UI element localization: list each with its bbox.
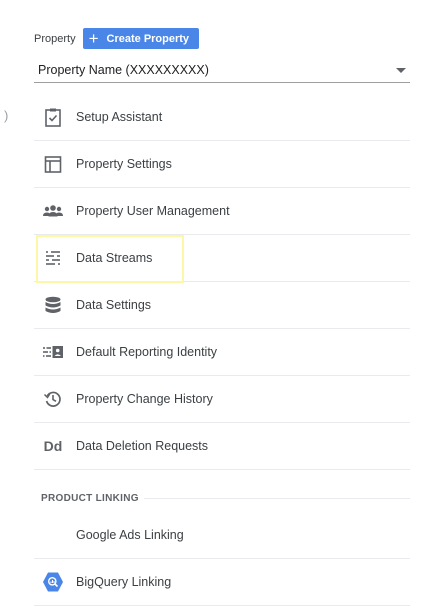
menu-item-label: Property User Management xyxy=(76,204,230,218)
create-property-button[interactable]: + Create Property xyxy=(82,28,200,49)
dd-icon-text: Dd xyxy=(43,438,63,454)
menu-item-label: Google Ads Linking xyxy=(76,528,184,542)
menu-item-label: Data Deletion Requests xyxy=(76,439,209,453)
menu-item-data-deletion-requests[interactable]: Dd Data Deletion Requests xyxy=(34,423,410,470)
dd-icon: Dd xyxy=(42,435,64,457)
menu-item-label: Setup Assistant xyxy=(76,110,163,124)
property-select[interactable]: Property Name (XXXXXXXXX) xyxy=(34,58,410,83)
collapsed-panel-edge: ) xyxy=(4,108,9,123)
caret-down-icon xyxy=(396,67,406,73)
clipboard-check-icon xyxy=(42,106,64,128)
menu-item-google-ads-linking[interactable]: Google Ads Linking xyxy=(34,512,410,559)
window-layout-icon xyxy=(42,153,64,175)
create-property-label: Create Property xyxy=(106,32,190,45)
people-icon xyxy=(42,200,64,222)
property-label: Property xyxy=(34,32,76,45)
menu-item-setup-assistant[interactable]: Setup Assistant xyxy=(34,94,410,141)
menu-item-label: Property Settings xyxy=(76,157,172,171)
property-select-value: Property Name (XXXXXXXXX) xyxy=(38,63,209,77)
menu-item-label: Data Streams xyxy=(76,251,153,265)
menu-item-data-settings[interactable]: Data Settings xyxy=(34,282,410,329)
menu-item-bigquery-linking[interactable]: BigQuery Linking xyxy=(34,559,410,606)
property-header: Property + Create Property xyxy=(34,28,200,49)
product-linking-heading: PRODUCT LINKING xyxy=(34,470,410,512)
menu-item-label: Default Reporting Identity xyxy=(76,345,218,359)
menu-item-property-user-management[interactable]: Property User Management xyxy=(34,188,410,235)
menu-item-property-change-history[interactable]: Property Change History xyxy=(34,376,410,423)
database-icon xyxy=(42,294,64,316)
menu-item-data-streams[interactable]: Data Streams xyxy=(34,235,410,283)
plus-icon: + xyxy=(88,29,99,48)
product-linking-heading-text: PRODUCT LINKING xyxy=(41,493,139,504)
history-icon xyxy=(42,388,64,410)
google-ads-icon xyxy=(42,524,64,546)
bigquery-icon xyxy=(42,571,64,593)
property-menu: Setup Assistant Property Settings Proper… xyxy=(34,94,410,606)
menu-item-label: BigQuery Linking xyxy=(76,575,172,589)
menu-item-property-settings[interactable]: Property Settings xyxy=(34,141,410,188)
menu-item-default-reporting-identity[interactable]: Default Reporting Identity xyxy=(34,329,410,376)
menu-item-label: Property Change History xyxy=(76,392,213,406)
reporting-identity-icon xyxy=(42,341,64,363)
menu-item-label: Data Settings xyxy=(76,298,152,312)
data-streams-icon xyxy=(42,247,64,269)
